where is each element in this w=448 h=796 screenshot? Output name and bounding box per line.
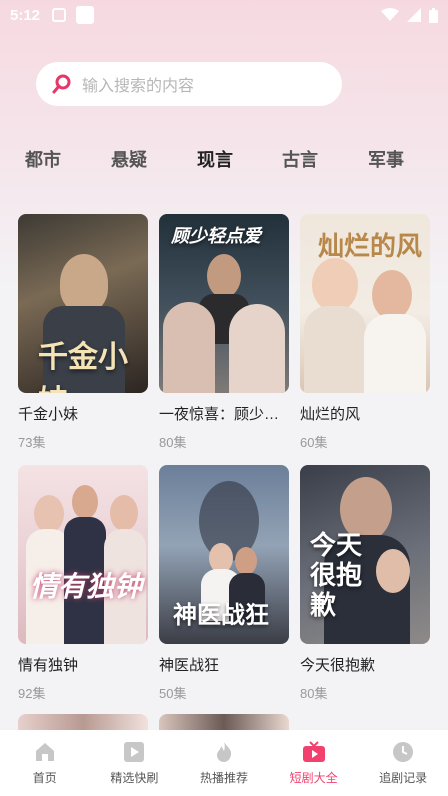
drama-name: 灿烂的风 [300,406,361,423]
home-icon [33,741,57,763]
drama-episodes: 92集 [18,686,46,701]
drama-poster[interactable]: 今天很抱歉 [300,465,430,644]
drama-poster[interactable]: 情有独钟 [18,465,148,644]
drama-poster[interactable]: 神医战狂 [159,465,289,644]
poster-title: 神医战狂 [173,600,269,629]
actor-face [34,495,64,533]
nav-all-dramas[interactable]: 短剧大全 [269,730,359,796]
battery-icon [429,7,438,23]
nav-history[interactable]: 追剧记录 [358,730,448,796]
actor-face [60,254,108,312]
drama-name: 千金小妹 [18,406,79,423]
notification-icon [52,8,67,22]
app-notification-icon [76,6,95,24]
clock-icon [391,741,415,763]
play-square-icon [122,741,146,763]
poster-title: 今天很抱歉 [310,531,363,621]
drama-card[interactable]: 情有独钟 情有独钟 92集 [18,465,148,702]
drama-episodes: 73集 [18,435,46,450]
actor-face [72,485,98,519]
category-tabs: 都市 悬疑 现言 古言 军事 [0,140,448,180]
drama-poster[interactable]: 顾少轻点爱 [159,214,289,393]
nav-hot[interactable]: 热播推荐 [179,730,269,796]
poster-title: 情有独钟 [30,570,143,603]
drama-poster[interactable]: 千金小妹 [18,214,148,393]
bottom-nav: 首页 精选快刷 热播推荐 短剧大全 追剧记录 [0,730,448,796]
drama-name: 一夜惊喜：顾少轻点爱 [159,406,289,423]
actor-body [364,314,426,393]
poster-title: 千金小妹 [38,340,128,393]
actor-face [207,254,241,298]
search-icon [52,74,71,94]
search-input[interactable]: 输入搜索的内容 [82,72,194,96]
tab-xianyan[interactable]: 现言 [185,140,245,180]
tab-junshi[interactable]: 军事 [356,140,416,180]
drama-episodes: 60集 [300,435,328,450]
drama-name: 今天很抱歉 [300,657,376,674]
nav-featured[interactable]: 精选快刷 [90,730,180,796]
wifi-icon [381,8,399,21]
actress-figure [229,304,285,393]
actress-figure [304,306,366,393]
status-bar: 5:12 [0,0,448,30]
drama-episodes: 80集 [159,435,187,450]
drama-poster[interactable]: 灿烂的风 [300,214,430,393]
actor-face [372,270,412,320]
signal-icon [407,8,421,22]
actress-figure [163,302,215,393]
poster-title: 顾少轻点爱 [171,226,261,247]
drama-name: 神医战狂 [159,657,220,674]
poster-title: 灿烂的风 [318,232,423,262]
actor-face [110,495,138,531]
flame-icon [212,741,236,763]
drama-card[interactable]: 灿烂的风 灿烂的风 60集 [300,214,430,451]
tv-icon [302,740,326,763]
drama-name: 情有独钟 [18,657,79,674]
actress-face [376,549,410,593]
tab-guyan[interactable]: 古言 [270,140,330,180]
tab-dushi[interactable]: 都市 [13,140,73,180]
drama-episodes: 50集 [159,686,187,701]
drama-card[interactable]: 今天很抱歉 今天很抱歉 80集 [300,465,430,702]
nav-home[interactable]: 首页 [0,730,90,796]
actor-face [235,547,257,575]
drama-card[interactable]: 顾少轻点爱 一夜惊喜：顾少轻点爱 80集 [159,214,289,451]
search-bar[interactable]: 输入搜索的内容 [36,62,342,106]
actor-face [312,258,358,312]
drama-card[interactable]: 神医战狂 神医战狂 50集 [159,465,289,702]
drama-episodes: 80集 [300,686,328,701]
status-time: 5:12 [10,6,41,24]
drama-card[interactable]: 千金小妹 千金小妹 73集 [18,214,148,451]
tab-xuanyi[interactable]: 悬疑 [99,140,159,180]
